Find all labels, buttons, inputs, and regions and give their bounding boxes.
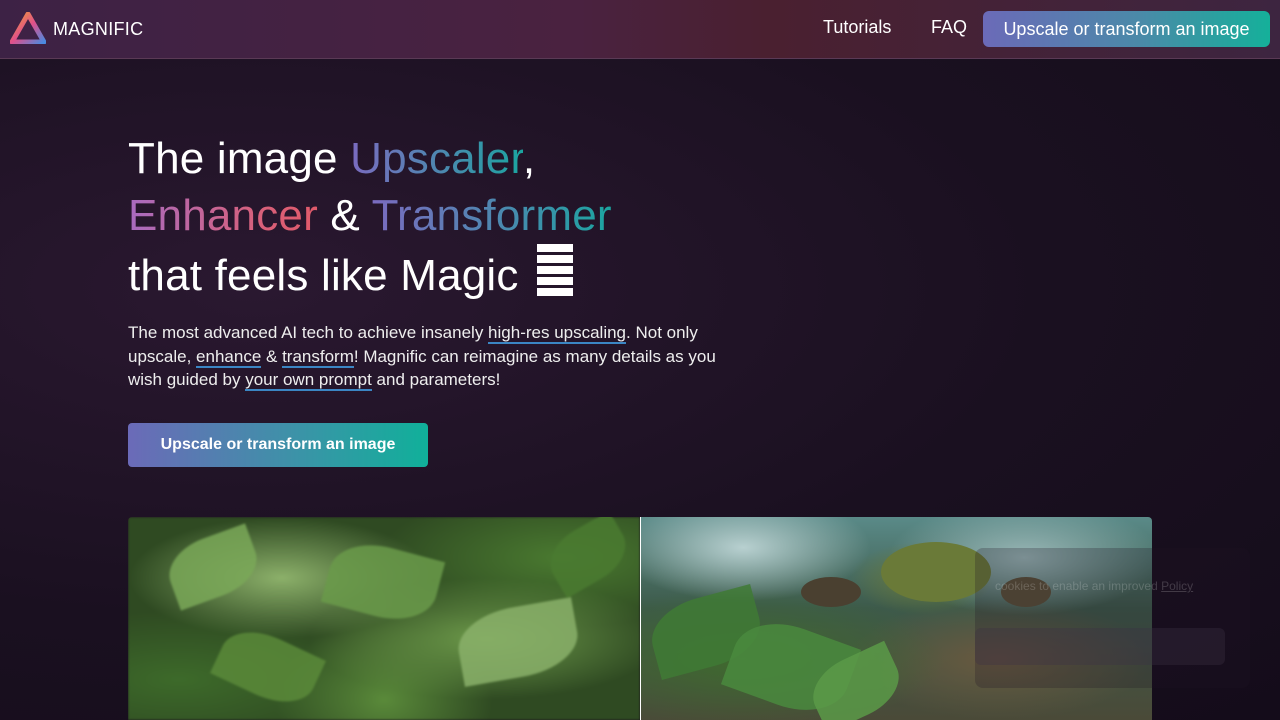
magic-bars-icon <box>537 244 574 296</box>
nav-tutorials-link[interactable]: Tutorials <box>823 17 891 38</box>
magnific-logo-icon[interactable] <box>10 12 46 44</box>
cookie-text-main: cookies to enable an improved <box>995 579 1158 593</box>
rock <box>801 577 861 607</box>
desc-text-1: The most advanced AI tech to achieve ins… <box>128 323 489 342</box>
top-navbar: MAGNIFIC Tutorials FAQ Upscale or transf… <box>0 0 1280 59</box>
high-res-upscaling-link[interactable]: high-res upscaling <box>488 323 627 344</box>
desc-text-3: & <box>261 346 283 366</box>
hero-title-upscaler: Upscaler <box>350 134 523 183</box>
hero-title-line-2: Enhancer & Transformer <box>128 187 612 244</box>
hero-title-comma: , <box>522 134 536 183</box>
cookie-notice: cookies to enable an improved Policy <box>975 548 1250 688</box>
hero-title-enhancer: Enhancer <box>128 191 318 240</box>
desc-text-5: and parameters! <box>371 370 501 389</box>
cookie-text: cookies to enable an improved Policy <box>995 576 1225 596</box>
leaf-shape <box>210 618 326 716</box>
enhance-link[interactable]: enhance <box>196 346 262 368</box>
header-upscale-button[interactable]: Upscale or transform an image <box>983 11 1270 47</box>
hero-title-ampersand: & <box>317 191 372 240</box>
brand-name[interactable]: MAGNIFIC <box>53 19 143 40</box>
leaf-shape <box>539 517 637 599</box>
cookie-policy-link[interactable]: Policy <box>1161 579 1193 593</box>
leaf-shape <box>320 533 446 631</box>
transform-link[interactable]: transform <box>282 346 354 368</box>
leaf-shape <box>160 523 266 611</box>
hero-description: The most advanced AI tech to achieve ins… <box>128 321 718 392</box>
hero-title-magic: that feels like Magic <box>128 251 532 300</box>
hero-title-line-3: that feels like Magic <box>128 244 612 304</box>
comparison-slider-handle[interactable] <box>640 517 641 720</box>
nav-faq-link[interactable]: FAQ <box>931 17 967 38</box>
cookie-accept-button[interactable] <box>975 628 1225 665</box>
hero-title-text: The image <box>128 134 351 183</box>
hero-title: The image Upscaler, Enhancer & Transform… <box>128 130 612 304</box>
hero-title-transformer: Transformer <box>371 191 612 240</box>
leaf-shape <box>452 597 584 687</box>
hero-upscale-button[interactable]: Upscale or transform an image <box>128 423 428 467</box>
before-image <box>128 517 640 720</box>
own-prompt-link[interactable]: your own prompt <box>245 370 372 391</box>
hero-title-line-1: The image Upscaler, <box>128 130 612 187</box>
